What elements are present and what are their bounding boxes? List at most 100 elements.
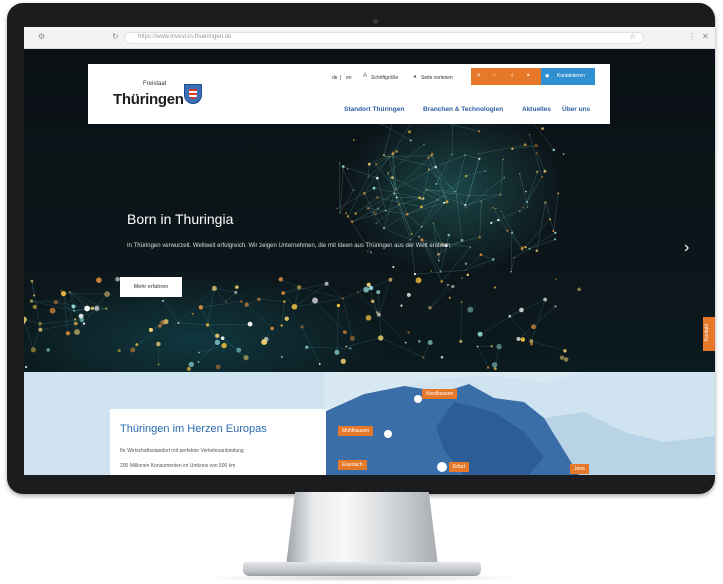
network-node — [60, 289, 63, 292]
network-node — [436, 199, 439, 201]
city-nordhausen[interactable]: Nordhausen — [422, 389, 458, 399]
network-node — [536, 170, 539, 174]
network-node — [523, 143, 527, 147]
network-node — [347, 168, 349, 170]
network-node — [130, 347, 136, 353]
network-node — [29, 299, 34, 303]
address-text[interactable]: https://www.invest-in-thueringen.de — [138, 34, 231, 40]
lang-en[interactable]: en — [346, 75, 352, 81]
city-jena[interactable]: Jena — [570, 464, 589, 474]
city-erfurt[interactable]: Erfurt — [449, 462, 470, 472]
city-eisenach[interactable]: Eisenach — [338, 460, 367, 470]
network-node — [376, 290, 381, 295]
network-node — [406, 292, 411, 297]
network-node — [300, 325, 304, 329]
contact-button[interactable]: ◉ Kontaktieren — [541, 68, 595, 85]
network-node — [384, 209, 387, 212]
network-node — [24, 316, 27, 323]
network-node — [367, 176, 369, 178]
network-node — [375, 176, 379, 180]
more-button[interactable]: Mehr erfahren — [120, 277, 182, 297]
network-node — [374, 213, 377, 216]
network-node — [544, 201, 547, 204]
reload-icon[interactable]: ↻ — [112, 33, 119, 41]
network-node — [562, 153, 565, 155]
hero-text: In Thüringen verwurzelt. Weltweit erfolg… — [127, 243, 452, 249]
network-node — [541, 127, 544, 131]
network-node — [417, 340, 421, 343]
network-node — [366, 206, 370, 210]
network-node — [510, 231, 514, 234]
lang-de[interactable]: de — [332, 75, 338, 81]
chevron-right-icon[interactable]: › — [684, 239, 689, 257]
network-node — [382, 154, 385, 156]
hero-title: Born in Thuringia — [127, 211, 234, 227]
nav-branchen[interactable]: Branchen & Technologien — [423, 106, 503, 113]
network-node — [395, 196, 398, 199]
network-node — [497, 218, 500, 222]
network-node — [464, 269, 466, 271]
network-node — [305, 345, 309, 349]
contact-side-tab[interactable]: Kontakt — [703, 317, 715, 351]
arrow-icon[interactable]: ‹ — [511, 72, 513, 80]
read-aloud-link[interactable]: Seite vorlesen — [421, 75, 453, 81]
network-node — [324, 281, 329, 286]
network-node — [372, 186, 376, 190]
network-node — [352, 139, 355, 141]
map-title: Thüringen im Herzen Europas — [120, 423, 267, 435]
network-node — [548, 218, 551, 221]
stand-shadow — [200, 574, 524, 582]
network-node — [420, 198, 423, 200]
logo-title[interactable]: Thüringen — [113, 91, 184, 108]
bookmark-icon[interactable]: ☆ — [629, 33, 636, 41]
network-node — [346, 215, 350, 218]
settings-icon[interactable]: ⚙ — [38, 33, 45, 41]
font-size-link[interactable]: Schriftgröße — [371, 75, 398, 81]
grid-icon[interactable]: ▪ — [527, 72, 529, 80]
screen: ⚙ ↻ https://www.invest-in-thueringen.de … — [24, 27, 715, 475]
network-node — [336, 303, 341, 308]
network-node — [447, 284, 449, 286]
network-node — [391, 176, 394, 179]
network-node — [451, 153, 453, 156]
network-node — [491, 362, 498, 368]
network-node — [198, 305, 204, 310]
network-node — [221, 342, 227, 349]
network-node — [234, 290, 238, 294]
search-icon[interactable]: ⌕ — [477, 72, 481, 80]
nav-standort[interactable]: Standort Thüringen — [344, 106, 404, 113]
network-node — [278, 277, 284, 282]
city-muehlhausen[interactable]: Mühlhausen — [338, 426, 374, 436]
close-icon[interactable]: ✕ — [702, 33, 709, 41]
network-node — [477, 331, 483, 337]
nav-ueber-uns[interactable]: Über uns — [562, 106, 590, 113]
network-node — [376, 196, 379, 199]
lang-separator: | — [340, 75, 342, 81]
network-node — [503, 176, 506, 179]
network-node — [552, 229, 555, 232]
nav-aktuelles[interactable]: Aktuelles — [522, 106, 551, 113]
network-node — [205, 323, 210, 327]
network-node — [341, 297, 345, 300]
network-node — [520, 337, 526, 342]
contact-side-label: Kontakt — [704, 324, 710, 341]
network-node — [49, 307, 56, 314]
network-node — [554, 231, 557, 235]
monitor-stand — [286, 492, 438, 566]
network-node — [224, 300, 227, 303]
map-section: Thüringen im Herzen Europas Ihr Wirtscha… — [24, 372, 715, 475]
network-node — [525, 190, 527, 193]
network-node — [506, 229, 509, 232]
network-node — [439, 270, 442, 273]
network-node — [502, 158, 504, 161]
network-node — [191, 312, 194, 315]
network-node — [499, 193, 502, 196]
share-icon[interactable]: ◦ — [493, 72, 495, 80]
network-node — [244, 302, 249, 307]
network-node — [428, 306, 432, 310]
network-node — [425, 188, 428, 191]
network-node — [552, 148, 556, 152]
menu-icon[interactable]: ⋮ — [688, 33, 696, 41]
tool-buttons: ⌕ ◦ ‹ ▪ — [471, 68, 541, 85]
network-node — [356, 291, 359, 293]
